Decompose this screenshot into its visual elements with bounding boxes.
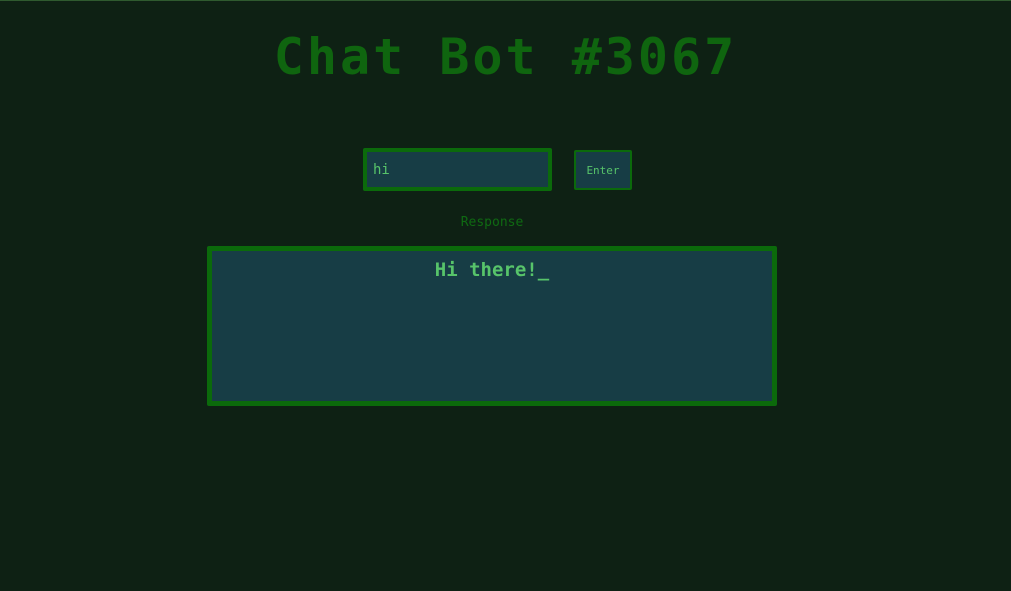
page-title: Chat Bot #3067 <box>273 28 738 86</box>
typing-cursor: _ <box>537 259 550 281</box>
response-text: Hi there! <box>434 259 538 281</box>
chat-bot-page: Chat Bot #3067 Enter Response Hi there!_ <box>0 0 1011 591</box>
response-label: Response <box>460 215 524 230</box>
enter-button[interactable]: Enter <box>574 150 632 190</box>
response-box: Hi there!_ <box>207 246 777 406</box>
message-input[interactable] <box>363 148 552 191</box>
